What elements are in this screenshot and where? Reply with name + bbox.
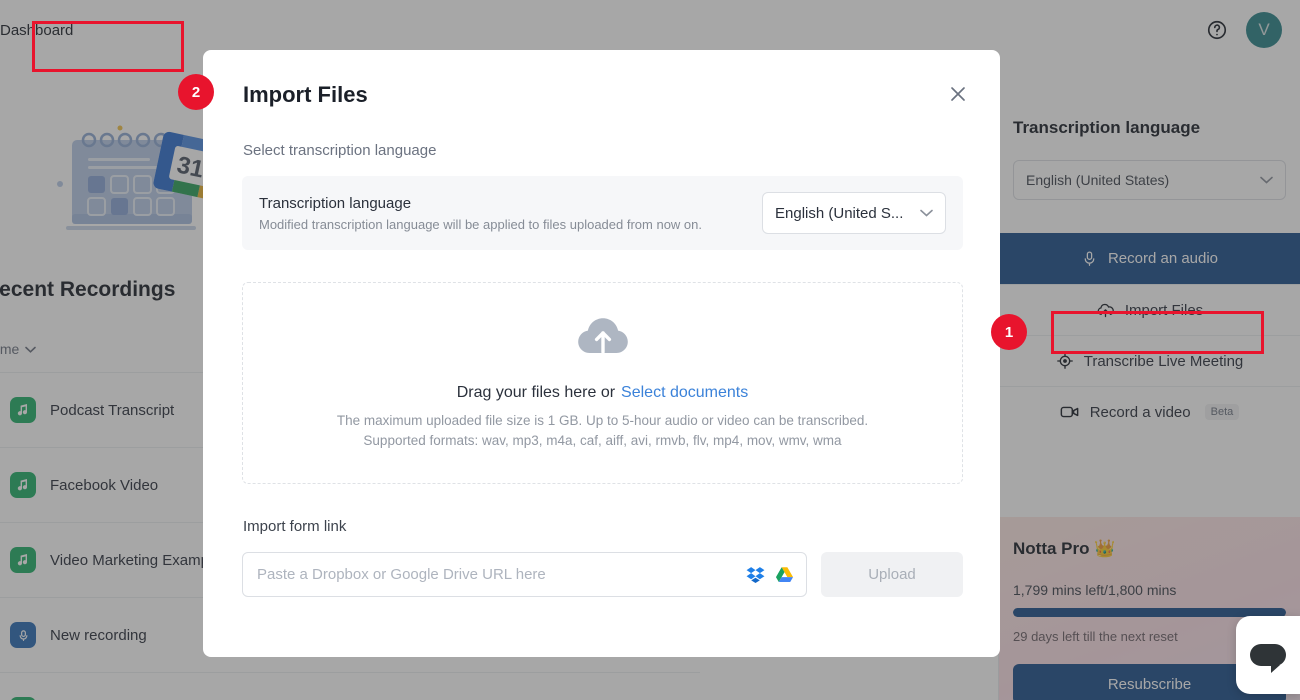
dropzone-size-note: The maximum uploaded file size is 1 GB. … bbox=[336, 412, 869, 428]
dropzone-notes: The maximum uploaded file size is 1 GB. … bbox=[337, 411, 868, 451]
annotation-badge-2: 2 bbox=[178, 74, 214, 110]
chat-widget-button[interactable] bbox=[1236, 616, 1300, 694]
dropbox-icon[interactable] bbox=[746, 565, 765, 584]
annotation-highlight-title bbox=[32, 21, 184, 72]
search-input[interactable] bbox=[257, 566, 746, 583]
import-files-dialog: Import Files Select transcription langua… bbox=[203, 50, 1000, 657]
select-documents-link[interactable]: Select documents bbox=[621, 384, 748, 401]
transcription-language-title: Transcription language bbox=[259, 194, 412, 212]
transcription-language-description: Modified transcription language will be … bbox=[259, 216, 702, 232]
chevron-down-icon bbox=[920, 209, 933, 217]
upload-button[interactable]: Upload bbox=[821, 552, 963, 597]
file-dropzone[interactable]: Drag your files here or Select documents … bbox=[242, 282, 963, 484]
annotation-badge-1: 1 bbox=[991, 314, 1027, 350]
section-label: Select transcription language bbox=[243, 142, 437, 159]
url-input-wrapper[interactable] bbox=[242, 552, 807, 597]
dialog-title: Import Files bbox=[243, 82, 368, 107]
screen: Dashboard V 31 Recent Recordings me Podc… bbox=[0, 0, 1300, 700]
transcription-language-row: Transcription language Modified transcri… bbox=[242, 176, 963, 250]
dropzone-prompt: Drag your files here or Select documents bbox=[456, 383, 749, 401]
google-drive-icon[interactable] bbox=[775, 566, 794, 584]
dropzone-formats-note: Supported formats: wav, mp3, m4a, caf, a… bbox=[363, 432, 842, 448]
import-form-link-row: Upload bbox=[242, 552, 963, 597]
cloud-upload-icon bbox=[577, 317, 628, 354]
chat-bubble-icon bbox=[1250, 644, 1286, 673]
import-form-link-label: Import form link bbox=[243, 518, 347, 535]
transcription-language-value: English (United S... bbox=[775, 204, 904, 222]
annotation-highlight-import-files bbox=[1051, 311, 1264, 354]
transcription-language-select[interactable]: English (United S... bbox=[762, 192, 946, 234]
